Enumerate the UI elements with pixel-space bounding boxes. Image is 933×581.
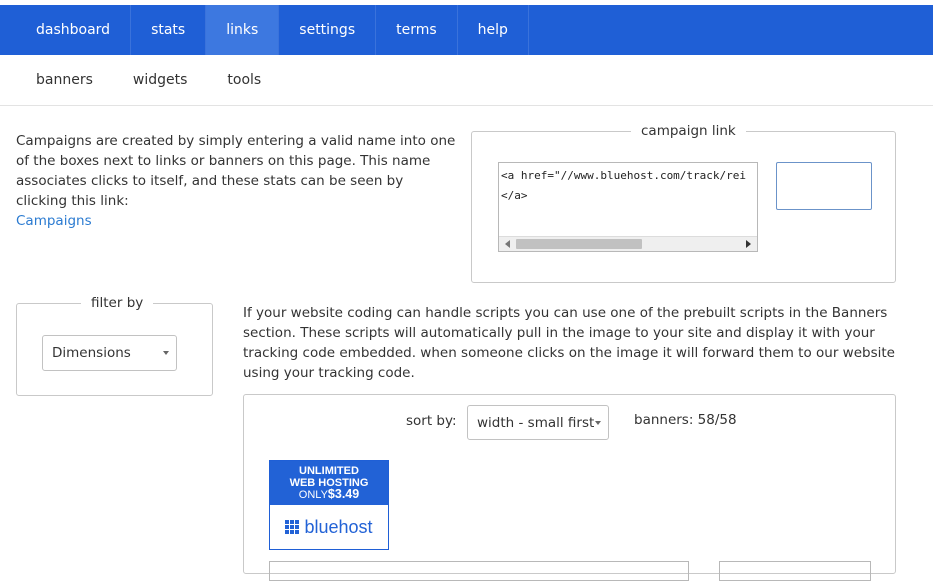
scroll-right-icon[interactable]: [746, 240, 751, 248]
campaign-link-panel: campaign link <a href="//www.bluehost.co…: [471, 123, 896, 283]
tab-settings[interactable]: settings: [279, 5, 377, 55]
tab-stats[interactable]: stats: [131, 5, 207, 55]
scroll-thumb[interactable]: [516, 239, 642, 249]
subtab-widgets[interactable]: widgets: [133, 72, 188, 88]
banners-panel: sort by: width - small first banners: 58…: [243, 394, 896, 581]
top-nav: dashboard stats links settings terms hel…: [0, 5, 933, 55]
sub-nav: banners widgets tools: [0, 55, 933, 106]
subtab-tools[interactable]: tools: [227, 72, 261, 88]
banner-count: banners: 58/58: [634, 412, 737, 428]
banner-brand-name: bluehost: [304, 516, 373, 537]
sort-select-value: width - small first: [477, 414, 595, 431]
campaign-name-input[interactable]: [776, 162, 872, 210]
campaign-intro: Campaigns are created by simply entering…: [16, 131, 456, 231]
campaigns-link[interactable]: Campaigns: [16, 213, 92, 229]
banner-only: ONLY: [298, 489, 328, 501]
scroll-left-icon[interactable]: [505, 240, 510, 248]
bluehost-grid-icon: [285, 520, 300, 534]
code-line-1: <a href="//www.bluehost.com/track/rei: [501, 169, 747, 182]
banner-ad[interactable]: UNLIMITED WEB HOSTING ONLY$3.49 bluehost: [269, 460, 389, 550]
banner-brand: bluehost: [270, 505, 388, 549]
tab-links[interactable]: links: [206, 5, 280, 55]
tab-help[interactable]: help: [458, 5, 529, 55]
tab-terms[interactable]: terms: [376, 5, 458, 55]
dimensions-select[interactable]: Dimensions: [42, 335, 177, 371]
chevron-down-icon: [163, 351, 169, 355]
code-line-2: </a>: [501, 189, 528, 202]
campaign-link-legend: campaign link: [631, 123, 746, 139]
banner-campaign-input[interactable]: [719, 561, 871, 581]
campaign-code-textarea[interactable]: <a href="//www.bluehost.com/track/rei </…: [498, 162, 758, 252]
banner-price: $3.49: [327, 487, 360, 501]
sort-select[interactable]: width - small first: [467, 405, 609, 440]
banner-code-field[interactable]: [269, 561, 689, 581]
scripts-description: If your website coding can handle script…: [243, 305, 895, 381]
tab-dashboard[interactable]: dashboard: [0, 5, 132, 55]
banner-ad-headline: UNLIMITED WEB HOSTING ONLY$3.49: [270, 461, 388, 505]
filter-panel: filter by Dimensions: [16, 295, 213, 396]
chevron-down-icon: [595, 420, 601, 425]
dimensions-select-value: Dimensions: [52, 345, 131, 361]
subtab-banners[interactable]: banners: [36, 72, 93, 88]
horizontal-scrollbar[interactable]: [499, 236, 757, 251]
filter-legend: filter by: [81, 295, 154, 311]
banner-line-1: UNLIMITED: [299, 465, 359, 477]
sort-label: sort by:: [406, 413, 457, 429]
intro-text: Campaigns are created by simply entering…: [16, 133, 456, 209]
